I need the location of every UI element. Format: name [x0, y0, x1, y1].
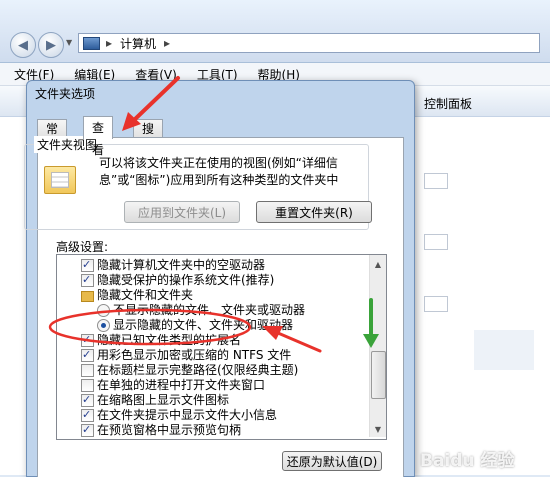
green-arrow-down	[363, 298, 379, 348]
annotation-overlay	[48, 76, 379, 353]
baidu-watermark: Baidu 经验	[420, 451, 515, 471]
red-arrow-to-option	[262, 326, 322, 353]
red-highlight-ellipse	[48, 308, 252, 346]
tab-view[interactable]: 查看	[83, 116, 114, 157]
red-arrow-to-view-tab	[122, 76, 180, 131]
